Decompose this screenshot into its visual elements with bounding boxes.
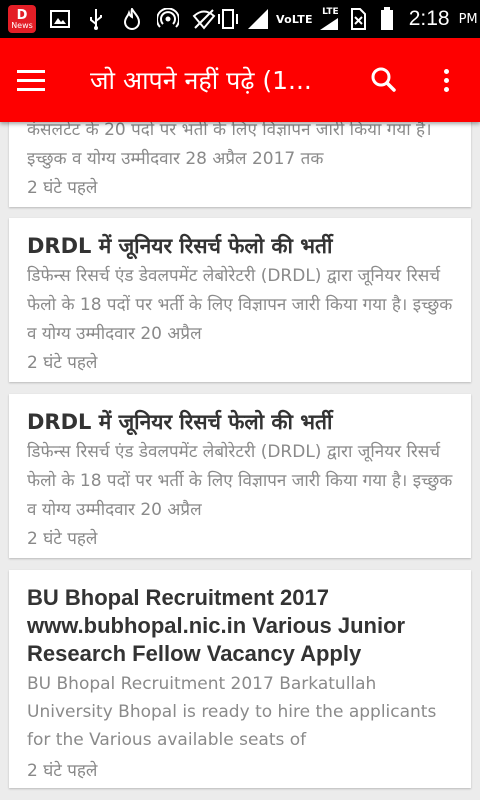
card-timestamp: 2 घंटे पहले xyxy=(27,353,98,373)
card-title: BU Bhopal Recruitment 2017 www.bubhopal.… xyxy=(27,585,406,666)
card-timestamp: 2 घंटे पहले xyxy=(27,529,98,549)
news-card[interactable]: DRDL में जूनियर रिसर्च फेलो की भर्ती डिफ… xyxy=(9,394,471,558)
news-card[interactable]: DRDL में जूनियर रिसर्च फेलो की भर्ती डिफ… xyxy=(9,218,471,382)
news-card[interactable]: BU Bhopal Recruitment 2017 www.bubhopal.… xyxy=(9,570,471,788)
card-description: डिफेन्स रिसर्च एंड डेवलपमेंट लेबोरेटरी (… xyxy=(27,442,453,520)
card-title: DRDL में जूनियर रिसर्च फेलो की भर्ती xyxy=(27,234,333,258)
card-timestamp: 2 घंटे पहले xyxy=(27,178,98,198)
card-title: DRDL में जूनियर रिसर्च फेलो की भर्ती xyxy=(27,410,333,434)
app-bar: जो आपने नहीं पढ़े (1... xyxy=(0,38,480,122)
page-title: जो आपने नहीं पढ़े (1... xyxy=(90,66,312,95)
card-description: डिफेन्स रिसर्च एंड डेवलपमेंट लेबोरेटरी (… xyxy=(27,266,453,344)
card-timestamp: 2 घंटे पहले xyxy=(27,761,98,781)
hamburger-icon[interactable] xyxy=(0,38,60,122)
card-description: कंसलटेंट के 20 पदों पर भर्ती के लिए विज्… xyxy=(27,120,432,169)
more-vert-icon[interactable] xyxy=(426,60,466,100)
card-description: BU Bhopal Recruitment 2017 Barkatullah U… xyxy=(27,674,437,750)
search-icon[interactable] xyxy=(362,60,406,100)
